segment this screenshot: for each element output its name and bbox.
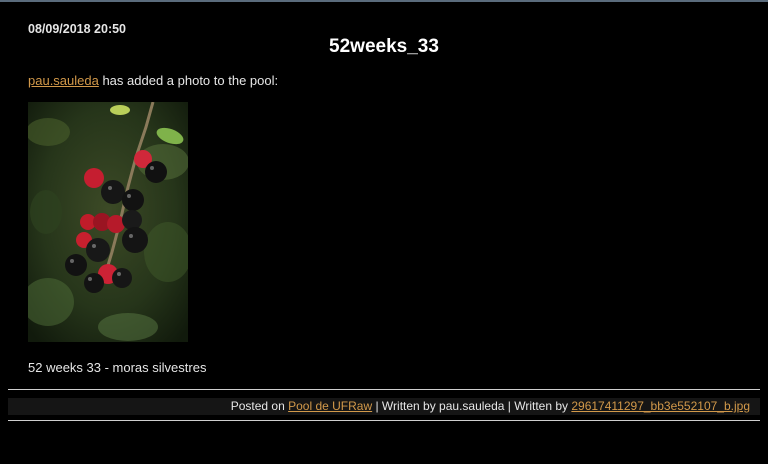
footer-bottom-divider [8,420,760,421]
post-footer: Posted on Pool de UFRaw | Written by pau… [8,398,760,415]
author-link[interactable]: pau.sauleda [28,73,99,88]
post-title: 52weeks_33 [329,36,439,57]
post-date: 08/09/2018 20:50 [28,22,127,36]
photo-caption: 52 weeks 33 - moras silvestres [28,360,207,375]
posted-on-label: Posted on [230,399,289,413]
written-by-text: | Written by pau.sauleda | Written by [372,399,572,413]
intro-text: has added a photo to the pool: [98,73,279,88]
file-link[interactable]: 29617411297_bb3e552107_b.jpg [571,399,750,413]
footer-top-divider [8,389,760,390]
top-border [0,0,768,2]
pool-photo[interactable] [28,102,188,342]
pool-link[interactable]: Pool de UFRaw [288,399,372,413]
blackberries-photo-graphic [28,102,188,342]
post-intro: pau.sauleda has added a photo to the poo… [28,73,278,88]
